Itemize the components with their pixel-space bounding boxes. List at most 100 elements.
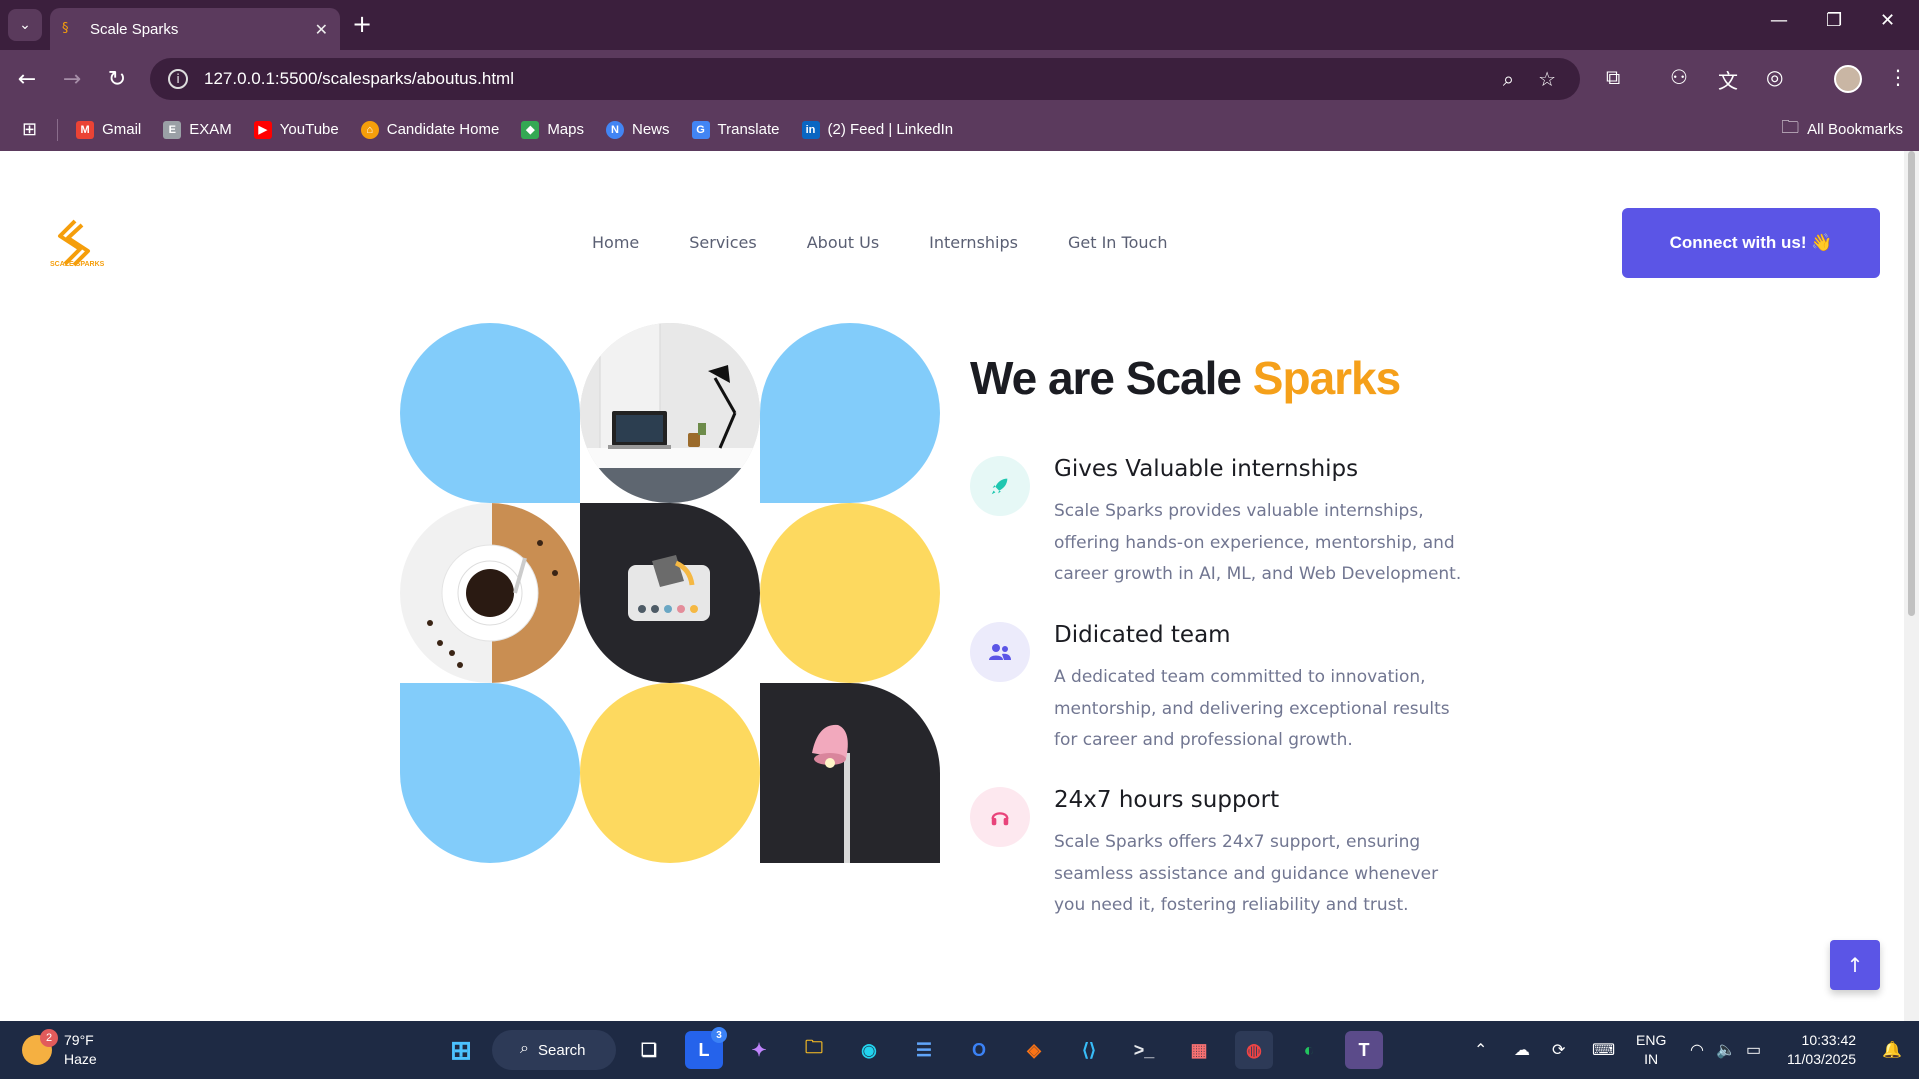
bookmark-label: News — [632, 121, 670, 138]
bookmark-label: Gmail — [102, 121, 142, 138]
address-bar[interactable]: i 127.0.0.1:5500/scalesparks/aboutus.htm… — [150, 58, 1580, 100]
bookmark-gmail[interactable]: M Gmail — [76, 120, 142, 139]
reload-button[interactable]: ↻ — [102, 64, 132, 94]
chevron-up-icon[interactable]: ⌃ — [1474, 1040, 1487, 1060]
avatar[interactable] — [1834, 65, 1862, 93]
nav-services[interactable]: Services — [689, 233, 756, 252]
lens-app-icon[interactable]: L3 — [685, 1027, 727, 1069]
page-scrollbar[interactable] — [1904, 151, 1919, 1021]
language-indicator[interactable]: ENG IN — [1636, 1031, 1666, 1069]
back-button[interactable]: ← — [12, 64, 42, 94]
sync-icon[interactable]: ⟳ — [1552, 1040, 1565, 1060]
web-page: SCALE SPARKS Home Services About Us Inte… — [0, 151, 1900, 1021]
task-view-icon[interactable]: ❏ — [630, 1031, 668, 1069]
keyboard-icon[interactable]: ⌨ — [1592, 1040, 1615, 1060]
notepad-icon[interactable]: ☰ — [905, 1031, 943, 1069]
star-icon[interactable]: ☆ — [1538, 67, 1556, 91]
battery-icon[interactable]: ▭ — [1746, 1040, 1761, 1060]
volume-icon[interactable]: 🔈 — [1716, 1040, 1736, 1060]
notification-bell-icon[interactable]: 🔔 — [1882, 1040, 1902, 1060]
teams-icon[interactable]: T — [1345, 1031, 1383, 1069]
nav-about-us[interactable]: About Us — [807, 233, 879, 252]
youtube-icon: ▶ — [253, 120, 272, 139]
url-text: 127.0.0.1:5500/scalesparks/aboutus.html — [204, 69, 514, 88]
bookmark-label: Translate — [717, 121, 780, 138]
pink-lamp-tile — [760, 683, 940, 863]
apps-grid-icon[interactable]: ⊞ — [22, 119, 37, 140]
maps-icon: ◆ — [521, 120, 540, 139]
windows-start-icon[interactable]: ⊞ — [442, 1031, 480, 1069]
copilot-icon[interactable]: ✦ — [740, 1031, 778, 1069]
spotify-icon[interactable]: ◐ — [1290, 1031, 1328, 1069]
bookmark-linkedin[interactable]: in (2) Feed | LinkedIn — [801, 120, 953, 139]
windows-taskbar: 2 79°F Haze ⊞ ⌕ Search ❏ L3 ✦ 🗀 ◉ ☰ O ◈ … — [0, 1021, 1919, 1079]
tab-scale-sparks[interactable]: § Scale Sparks ✕ — [50, 8, 340, 50]
connect-with-us-button[interactable]: Connect with us! 👋 — [1622, 208, 1880, 278]
minimize-button[interactable]: — — [1770, 10, 1788, 31]
coffee-photo-image — [400, 503, 580, 683]
all-bookmarks-button[interactable]: 🗀 All Bookmarks — [1781, 115, 1903, 145]
scrollbar-thumb[interactable] — [1908, 151, 1915, 616]
weather-desc: Haze — [64, 1051, 97, 1067]
heading-main: We are Scale — [970, 352, 1253, 404]
tab-search-button[interactable]: ⌄ — [8, 9, 42, 41]
close-window-button[interactable]: ✕ — [1880, 10, 1895, 31]
wifi-icon[interactable]: ◠ — [1690, 1040, 1704, 1060]
page-title: We are Scale Sparks — [970, 351, 1401, 405]
lens-icon[interactable]: ◎ — [1766, 65, 1783, 89]
edge-icon[interactable]: ◉ — [850, 1031, 888, 1069]
restore-button[interactable]: ❐ — [1826, 10, 1842, 31]
chevron-down-icon: ⌄ — [19, 17, 31, 33]
file-explorer-icon[interactable]: 🗀 — [795, 1031, 833, 1069]
feature-text: A dedicated team committed to innovation… — [1054, 667, 1450, 750]
nav-internships[interactable]: Internships — [929, 233, 1018, 252]
exam-icon: E — [163, 120, 182, 139]
brave-icon[interactable]: ◈ — [1015, 1031, 1053, 1069]
site-info-icon[interactable]: i — [168, 69, 188, 89]
chrome-icon[interactable]: ◍ — [1235, 1031, 1273, 1069]
clock-date: 11/03/2025 — [1787, 1051, 1857, 1067]
onedrive-icon[interactable]: ☁ — [1514, 1040, 1530, 1060]
incognito-icon[interactable]: ⚇ — [1670, 65, 1688, 89]
terminal-icon[interactable]: >_ — [1125, 1031, 1163, 1069]
weather-icon: 2 — [22, 1029, 58, 1065]
about-mosaic — [400, 323, 940, 863]
bookmark-news[interactable]: N News — [606, 120, 670, 139]
tab-title: Scale Sparks — [90, 20, 179, 38]
outlook-icon[interactable]: O — [960, 1031, 998, 1069]
folder-icon: 🗀 — [1781, 116, 1800, 137]
weather-widget[interactable]: 2 79°F Haze — [22, 1029, 97, 1069]
store-icon[interactable]: ▦ — [1180, 1031, 1218, 1069]
bookmark-candidate-home[interactable]: ⌂ Candidate Home — [360, 120, 500, 139]
bookmark-maps[interactable]: ◆ Maps — [521, 120, 584, 139]
feature-title: 24x7 hours support — [1054, 787, 1280, 813]
bookmark-label: Candidate Home — [386, 121, 500, 138]
translate-page-icon[interactable]: 文 — [1718, 65, 1738, 94]
feature-text: Scale Sparks provides valuable internshi… — [1054, 501, 1462, 584]
menu-icon[interactable]: ⋮ — [1888, 65, 1908, 89]
bookmark-label: Maps — [547, 121, 584, 138]
search-label: Search — [538, 1041, 586, 1059]
bookmarks-bar: ⊞ M Gmail E EXAM ▶ YouTube ⌂ Candidate H… — [0, 108, 1919, 151]
clock-time: 10:33:42 — [1801, 1032, 1857, 1048]
nav-home[interactable]: Home — [592, 233, 639, 252]
paint-palette-tile — [580, 503, 760, 683]
arrow-left-icon: ← — [17, 66, 37, 92]
bookmark-translate[interactable]: G Translate — [691, 120, 780, 139]
bookmark-exam[interactable]: E EXAM — [163, 120, 232, 139]
vscode-icon[interactable]: ⟨⟩ — [1070, 1031, 1108, 1069]
new-tab-button[interactable]: + — [352, 12, 372, 36]
feature-text: Scale Sparks offers 24x7 support, ensuri… — [1054, 832, 1439, 915]
feature-title: Gives Valuable internships — [1054, 456, 1359, 482]
forward-button[interactable]: → — [57, 64, 87, 94]
close-icon[interactable]: ✕ — [315, 20, 328, 39]
weather-badge: 2 — [40, 1029, 58, 1047]
nav-get-in-touch[interactable]: Get In Touch — [1068, 233, 1167, 252]
scroll-to-top-button[interactable]: ↑ — [1830, 940, 1880, 990]
bookmark-youtube[interactable]: ▶ YouTube — [253, 120, 339, 139]
lang-region: IN — [1644, 1051, 1659, 1067]
clock[interactable]: 10:33:42 11/03/2025 — [1787, 1031, 1856, 1069]
zoom-icon[interactable]: ⌕ — [1503, 67, 1514, 91]
taskbar-search[interactable]: ⌕ Search — [492, 1030, 616, 1070]
extensions-icon[interactable]: ⧉ — [1606, 65, 1620, 89]
